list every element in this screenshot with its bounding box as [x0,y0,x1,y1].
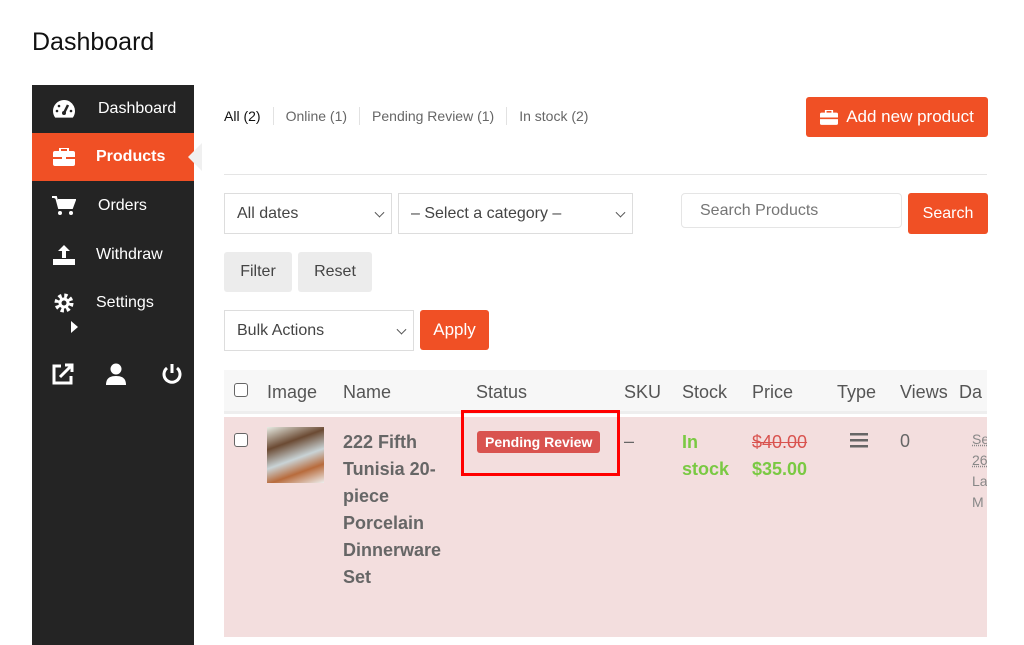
col-price[interactable]: Price [752,382,793,403]
tab-all[interactable]: All (2) [224,107,273,125]
select-all-checkbox[interactable] [234,383,248,397]
filter-button[interactable]: Filter [224,252,292,292]
regular-price: $40.00 [752,432,808,452]
menu-lines-icon [850,432,868,453]
table-row: 222 Fifth Tunisia 20-piece Porcelain Din… [224,410,987,637]
chevron-down-icon [396,324,407,335]
reset-button[interactable]: Reset [298,252,372,292]
sidebar-item-products[interactable]: Products [32,133,202,181]
sidebar-item-withdraw[interactable]: Withdraw [32,231,194,279]
sidebar-item-label: Dashboard [98,100,177,117]
search-button[interactable]: Search [908,193,988,234]
status-tabs: All (2) Online (1) Pending Review (1) In… [224,107,600,125]
caret-right-icon[interactable] [71,321,78,333]
col-views: Views [900,382,948,402]
date-text: La [972,473,987,489]
product-name-link[interactable]: 222 Fifth Tunisia 20-piece Porcelain Din… [343,429,458,591]
gear-icon [32,293,96,313]
briefcase-icon [820,109,839,125]
sku-value: – [624,431,635,451]
sidebar-item-label: Orders [98,197,147,214]
date-text: M [972,494,984,510]
date-filter-select[interactable]: All dates [224,193,392,234]
power-icon[interactable] [161,363,183,390]
tab-pending-review[interactable]: Pending Review (1) [359,107,506,125]
col-name[interactable]: Name [343,382,391,403]
add-new-product-button[interactable]: Add new product [806,97,988,137]
sidebar-item-label: Settings [96,294,154,311]
col-sku[interactable]: SKU [624,382,661,403]
briefcase-icon [32,148,96,166]
sale-price: $35.00 [752,459,808,479]
tab-online[interactable]: Online (1) [272,107,359,125]
sidebar-item-label: Products [96,148,166,165]
dashboard-gauge-icon [32,99,96,119]
product-thumbnail[interactable] [267,427,324,483]
col-date[interactable]: Da [959,382,987,403]
views-count: 0 [900,431,911,451]
sidebar-item-dashboard[interactable]: Dashboard [32,85,194,133]
stock-status: In [682,432,698,452]
divider [224,174,987,175]
date-filter-value: All dates [237,204,299,222]
status-badge: Pending Review [477,431,601,453]
search-input[interactable] [681,193,902,228]
external-link-icon[interactable] [52,363,74,390]
sidebar-item-orders[interactable]: Orders [32,182,194,230]
category-select[interactable]: – Select a category – [398,193,633,234]
date-cell: Se 26 La M [972,429,987,513]
chevron-down-icon [615,207,626,218]
col-status: Status [476,382,528,402]
category-value: – Select a category – [411,204,562,222]
col-image: Image [267,382,318,402]
row-checkbox[interactable] [234,433,248,447]
sidebar-item-label: Withdraw [96,246,163,263]
col-stock: Stock [682,382,728,402]
chevron-down-icon [374,207,385,218]
date-text: Se [972,431,987,447]
date-text: 26 [972,452,987,468]
table-header: Image Name Status SKU Stock Price Type V… [224,370,987,414]
add-new-product-label: Add new product [846,107,974,126]
bulk-actions-value: Bulk Actions [237,321,325,339]
page-title: Dashboard [32,28,155,56]
bulk-actions-select[interactable]: Bulk Actions [224,310,414,351]
cart-icon [32,196,96,216]
apply-button[interactable]: Apply [420,310,489,350]
col-type: Type [837,382,877,402]
upload-icon [32,245,96,265]
sidebar: Dashboard Products Orders Withdraw Setti… [32,85,202,645]
stock-status: stock [682,459,730,479]
user-icon[interactable] [106,363,126,390]
tab-in-stock[interactable]: In stock (2) [506,107,600,125]
sidebar-item-settings[interactable]: Settings [32,279,194,327]
